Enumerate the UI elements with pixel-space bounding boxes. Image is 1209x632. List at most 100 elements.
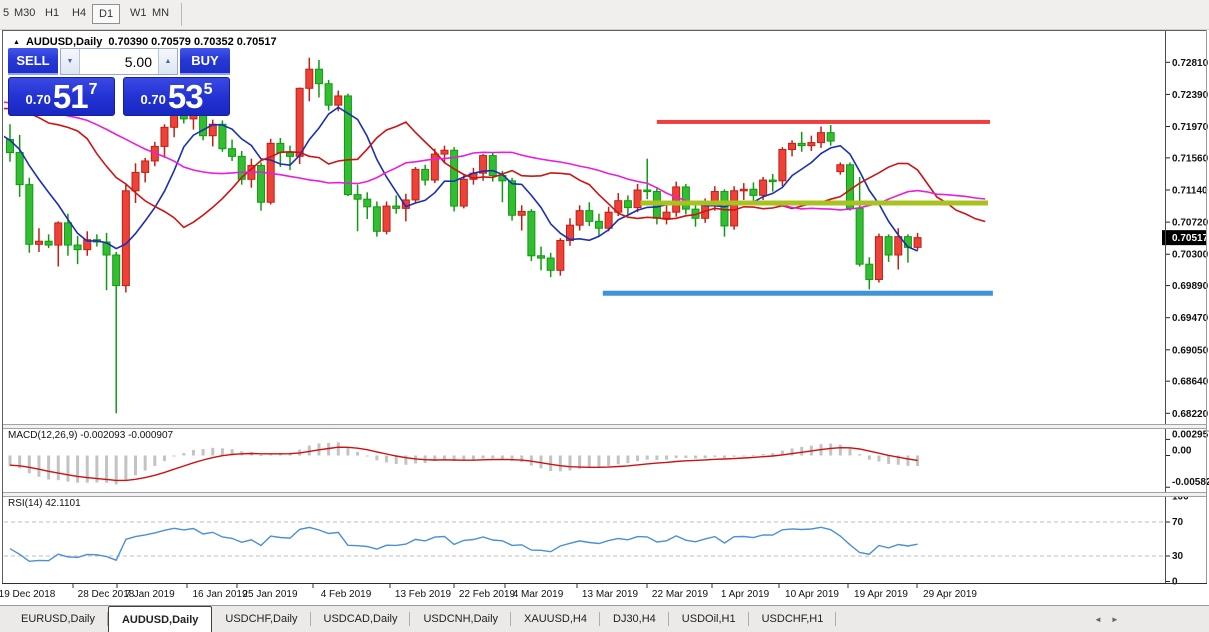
chart-tab-usdchf-daily[interactable]: USDCHF,Daily [212,606,310,632]
sell-price-button[interactable]: 0.70 51 7 [8,77,115,116]
macd-histogram-bar [153,456,156,466]
timeframe-button-W1[interactable]: W1 [130,7,147,19]
candle-body [837,165,844,172]
macd-histogram-bar [665,456,668,460]
macd-histogram-bar [868,456,871,460]
candle-body [808,143,815,146]
macd-histogram-bar [607,456,610,467]
timeframe-button-MN[interactable]: MN [152,7,169,19]
volume-decrease-button[interactable]: ▼ [61,49,80,74]
candle-body [624,201,631,208]
date-axis-label: 13 Feb 2019 [395,589,452,600]
chart-tab-xauusd-h4[interactable]: XAUUSD,H4 [511,606,600,632]
macd-histogram-bar [723,456,726,458]
macd-histogram-bar [337,442,340,455]
chart-tab-usdoil-h1[interactable]: USDOil,H1 [669,606,749,632]
date-axis-label: 16 Jan 2019 [192,589,247,600]
chart-tab-dj30-h4[interactable]: DJ30,H4 [600,606,669,632]
macd-histogram-bar [173,456,176,457]
price-axis-label: 0.72810 [1172,58,1209,69]
macd-histogram-bar [163,456,166,462]
sell-price-prefix: 0.70 [26,92,51,107]
date-axis-label: 13 Mar 2019 [582,589,639,600]
macd-histogram-bar [47,456,50,480]
candle-body [55,223,62,245]
macd-histogram-bar [356,452,359,456]
candle-body [393,206,400,208]
volume-increase-button[interactable]: ▲ [158,49,177,74]
date-axis-label: 25 Jan 2019 [242,589,297,600]
tab-scroll-right-icon[interactable]: ► [1111,615,1119,624]
candle-body [827,133,834,141]
macd-pane-splitter[interactable] [3,424,1206,429]
chart-tab-usdcnh-daily[interactable]: USDCNH,Daily [410,606,511,632]
chart-tab-eurusd-daily[interactable]: EURUSD,Daily [8,606,108,632]
buy-button[interactable]: BUY [180,48,230,75]
candle-body [547,258,554,270]
candle-body [586,211,593,222]
chart-window-border-bottom [2,583,1207,584]
candle-body [673,187,680,212]
price-axis-label: 0.71970 [1172,122,1209,133]
date-axis-label: 29 Apr 2019 [923,589,977,600]
rsi-pane-splitter[interactable] [3,492,1206,497]
date-axis-label: 1 Apr 2019 [721,589,770,600]
candle-body [277,143,284,152]
macd-axis-label: 0.00 [1172,446,1192,457]
macd-histogram-bar [762,454,765,455]
timeframe-button-5[interactable]: 5 [3,7,9,19]
macd-histogram-bar [800,447,803,456]
candle-body [576,211,583,226]
price-axis-label: 0.71140 [1172,186,1208,197]
candle-body [229,149,236,157]
candle-body [605,212,612,228]
tab-scroll-left-icon[interactable]: ◄ [1094,615,1102,624]
candle-body [528,211,535,255]
macd-histogram-bar [906,456,909,466]
resistance-line[interactable] [657,120,990,124]
macd-histogram-bar [57,456,60,481]
volume-input[interactable] [80,49,158,74]
title-marker-icon: ▲ [13,39,20,46]
candle-body [35,241,42,244]
chart-tab-usdchf-h1[interactable]: USDCHF,H1 [749,606,837,632]
candle-body [306,69,313,88]
sell-button[interactable]: SELL [8,48,58,75]
chart-title-symbol: AUDUSD,Daily [26,36,102,48]
timeframe-button-M30[interactable]: M30 [14,7,35,19]
macd-histogram-bar [675,456,678,459]
chart-tab-usdcad-daily[interactable]: USDCAD,Daily [311,606,411,632]
macd-histogram-bar [366,456,369,457]
macd-histogram-bar [626,456,629,464]
macd-histogram-bar [646,456,649,460]
timeframe-button-H1[interactable]: H1 [45,7,59,19]
timeframe-button-D1[interactable]: D1 [92,4,120,24]
macd-histogram-bar [839,445,842,456]
candle-body [335,96,342,105]
chart-window-border-top [2,30,1207,31]
candle-body [64,223,71,245]
candle-body [122,191,129,286]
candle-body [856,208,863,264]
candle-body [354,195,361,200]
timeframe-button-H4[interactable]: H4 [72,7,86,19]
candle-body [344,96,351,195]
chart-tab-audusd-daily[interactable]: AUDUSD,Daily [108,606,212,632]
price-axis-label: 0.69890 [1172,281,1209,292]
macd-histogram-bar [752,455,755,456]
candle-body [451,150,458,206]
macd-histogram-bar [260,455,263,456]
candle-body [26,185,33,245]
macd-histogram-bar [134,456,137,476]
macd-histogram-bar [694,456,697,459]
buy-price-button[interactable]: 0.70 53 5 [123,77,230,116]
macd-histogram-bar [28,456,31,474]
price-axis-label: 0.68220 [1172,409,1209,420]
macd-histogram-bar [520,456,523,463]
macd-indicator-label: MACD(12,26,9) -0.002093 -0.000907 [8,430,173,441]
mid-line[interactable] [640,201,988,206]
current-price-label: 0.70517 [1172,233,1209,244]
support-line[interactable] [603,291,993,296]
candle-body [682,187,689,209]
price-axis-label: 0.69470 [1172,313,1209,324]
